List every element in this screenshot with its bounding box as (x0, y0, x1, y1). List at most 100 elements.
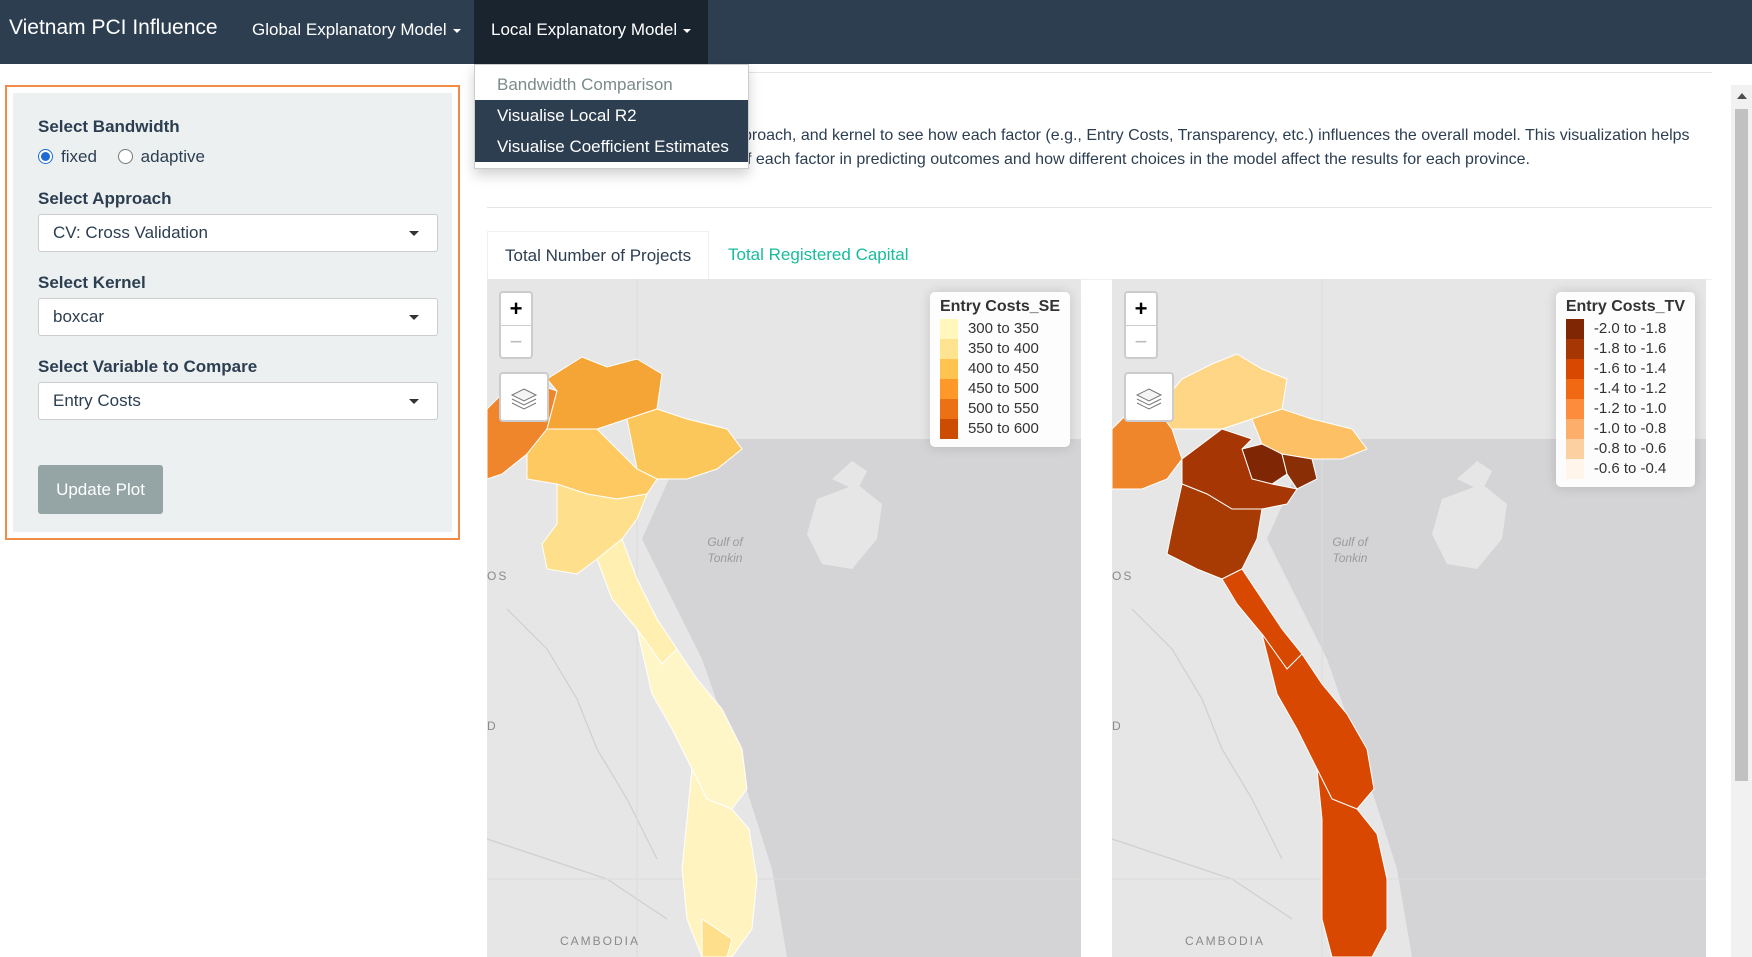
legend-rows: -2.0 to -1.8 -1.8 to -1.6 -1.6 to -1.4 -… (1565, 319, 1685, 479)
dropdown-arrow-icon (409, 231, 419, 236)
page-scrollbar[interactable] (1731, 85, 1752, 957)
layers-icon (510, 388, 538, 410)
layers-button[interactable] (499, 372, 549, 422)
legend-swatch (939, 379, 958, 399)
kernel-label: Select Kernel (38, 273, 146, 292)
layers-icon (1135, 388, 1163, 410)
legend-label: 350 to 400 (967, 340, 1039, 357)
legend-row: -1.8 to -1.6 (1565, 339, 1685, 359)
layers-button[interactable] (1124, 372, 1174, 422)
tab-total-number-of-projects[interactable]: Total Number of Projects (487, 231, 710, 280)
tabset: Total Number of Projects Total Registere… (487, 231, 1712, 280)
country-label-laos: OS (1112, 569, 1134, 583)
legend-row: -2.0 to -1.8 (1565, 319, 1685, 339)
legend-entry-costs-se: Entry Costs_SE 300 to 350 350 to 400 400… (929, 292, 1070, 447)
variable-select[interactable]: Entry Costs (38, 382, 438, 420)
legend-swatch (1565, 419, 1584, 439)
legend-label: -1.4 to -1.2 (1593, 380, 1667, 397)
legend-row: 450 to 500 (939, 379, 1060, 399)
legend-label: -1.0 to -0.8 (1593, 420, 1667, 437)
legend-label: 450 to 500 (967, 380, 1039, 397)
legend-row: 300 to 350 (939, 319, 1060, 339)
legend-label: 400 to 450 (967, 360, 1039, 377)
edge-label: D (1112, 719, 1123, 733)
local-model-dropdown: Bandwidth Comparison Visualise Local R2 … (474, 64, 749, 169)
legend-row: -1.0 to -0.8 (1565, 419, 1685, 439)
scroll-up-arrow-icon[interactable] (1737, 93, 1747, 99)
legend-label: -1.2 to -1.0 (1593, 400, 1667, 417)
country-label-laos: OS (487, 569, 509, 583)
nav-local-label: Local Explanatory Model (491, 20, 678, 39)
legend-label: -2.0 to -1.8 (1593, 320, 1667, 337)
radio-adaptive[interactable]: adaptive (117, 147, 205, 166)
legend-label: 550 to 600 (967, 420, 1039, 437)
zoom-control: + − (1124, 291, 1158, 359)
approach-value: CV: Cross Validation (53, 223, 208, 242)
radio-selected-icon (38, 149, 53, 164)
legend-row: -0.8 to -0.6 (1565, 439, 1685, 459)
legend-swatch (1565, 399, 1584, 419)
dropdown-arrow-icon (409, 399, 419, 404)
region-north-central (541, 483, 648, 575)
legend-row: 550 to 600 (939, 419, 1060, 439)
legend-rows: 300 to 350 350 to 400 400 to 450 450 to … (939, 319, 1060, 439)
app-brand[interactable]: Vietnam PCI Influence (9, 16, 218, 40)
update-plot-button[interactable]: Update Plot (38, 465, 163, 514)
legend-label: -0.6 to -0.4 (1593, 460, 1667, 477)
radio-unselected-icon (117, 149, 133, 164)
legend-swatch (939, 319, 958, 339)
country-label-cambodia: CAMBODIA (560, 934, 641, 948)
legend-swatch (1565, 379, 1584, 399)
legend-entry-costs-tv: Entry Costs_TV -2.0 to -1.8 -1.8 to -1.6… (1555, 292, 1695, 487)
kernel-value: boxcar (53, 307, 105, 326)
legend-swatch (939, 339, 958, 359)
kernel-select[interactable]: boxcar (38, 298, 438, 336)
legend-row: -1.6 to -1.4 (1565, 359, 1685, 379)
zoom-in-button[interactable]: + (1126, 293, 1156, 326)
dropdown-arrow-icon (409, 315, 419, 320)
legend-label: 300 to 350 (967, 320, 1039, 337)
caret-down-icon (452, 28, 461, 33)
nav-global-explanatory-model[interactable]: Global Explanatory Model (236, 0, 477, 64)
legend-row: -1.2 to -1.0 (1565, 399, 1685, 419)
legend-row: 400 to 450 (939, 359, 1060, 379)
menu-item-visualise-local-r2[interactable]: Visualise Local R2 (475, 100, 748, 131)
legend-swatch (939, 399, 958, 419)
zoom-control: + − (499, 291, 533, 359)
description-divider (487, 207, 1712, 208)
legend-title: Entry Costs_TV (1565, 298, 1685, 315)
legend-label: -1.6 to -1.4 (1593, 360, 1667, 377)
tab-total-registered-capital[interactable]: Total Registered Capital (711, 231, 925, 279)
menu-item-visualise-coefficient-estimates[interactable]: Visualise Coefficient Estimates (475, 131, 748, 162)
legend-row: -0.6 to -0.4 (1565, 459, 1685, 479)
zoom-out-button[interactable]: − (501, 326, 531, 358)
legend-swatch (1565, 319, 1584, 339)
map-entry-costs-tv[interactable]: Gulf of Tonkin OS D CAMBODIA + − Entry Co… (1112, 279, 1706, 957)
legend-swatch (1565, 439, 1584, 459)
legend-label: -0.8 to -0.6 (1593, 440, 1667, 457)
nav-local-explanatory-model[interactable]: Local Explanatory Model (474, 0, 709, 64)
description-line-1: proach, and kernel to see how each facto… (743, 127, 1690, 144)
map-entry-costs-se[interactable]: Gulf of Tonkin OS D CAMBODIA + − Entry Co… (487, 279, 1081, 957)
bandwidth-radio-group: fixed adaptive (38, 147, 205, 167)
gulf-of-tonkin-label: Gulf of Tonkin (707, 535, 743, 565)
navbar: Vietnam PCI Influence Global Explanatory… (0, 0, 1752, 64)
legend-swatch (1565, 459, 1584, 479)
gulf-of-tonkin-label: Gulf of Tonkin (1332, 535, 1368, 565)
country-label-cambodia: CAMBODIA (1185, 934, 1266, 948)
zoom-out-button[interactable]: − (1126, 326, 1156, 358)
legend-label: -1.8 to -1.6 (1593, 340, 1667, 357)
legend-row: 500 to 550 (939, 399, 1060, 419)
radio-fixed-label: fixed (61, 147, 97, 166)
legend-swatch (939, 359, 958, 379)
sidebar-well: Select Bandwidth fixed adaptive Select A… (13, 93, 452, 532)
approach-select[interactable]: CV: Cross Validation (38, 214, 438, 252)
legend-title: Entry Costs_SE (939, 298, 1060, 315)
menu-item-bandwidth-comparison[interactable]: Bandwidth Comparison (475, 69, 748, 100)
variable-value: Entry Costs (53, 391, 141, 410)
legend-swatch (1565, 359, 1584, 379)
radio-fixed[interactable]: fixed (38, 147, 97, 166)
scrollbar-thumb[interactable] (1735, 109, 1748, 781)
zoom-in-button[interactable]: + (501, 293, 531, 326)
bandwidth-label: Select Bandwidth (38, 117, 180, 136)
